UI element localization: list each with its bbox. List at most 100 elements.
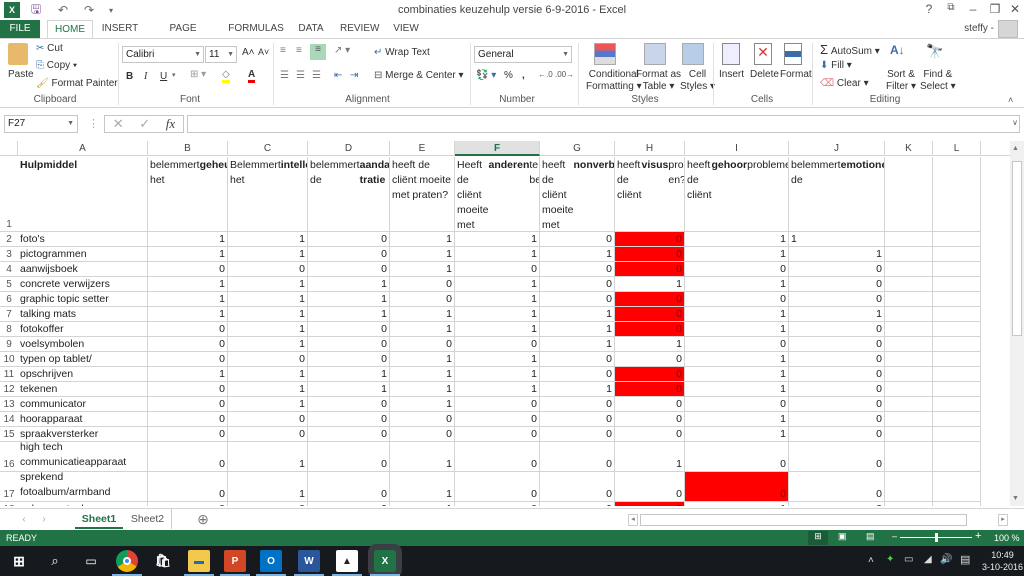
empty-cell[interactable] (933, 307, 981, 322)
empty-cell[interactable] (885, 262, 933, 277)
empty-cell[interactable] (885, 322, 933, 337)
file-explorer-icon[interactable]: ▬ (184, 550, 214, 576)
value-cell[interactable]: 1 (685, 322, 789, 337)
value-cell[interactable]: 1 (308, 307, 390, 322)
empty-cell[interactable] (885, 367, 933, 382)
value-cell[interactable]: 1 (390, 322, 455, 337)
autosum-button[interactable]: Σ AutoSum ▾ (820, 42, 880, 57)
value-cell[interactable]: 1 (685, 382, 789, 397)
value-cell[interactable]: 0 (148, 352, 228, 367)
percent-style-button[interactable]: % (504, 70, 513, 81)
format-as-table-button[interactable]: Format as Table ▾ (636, 69, 681, 93)
value-cell[interactable]: 0 (540, 277, 615, 292)
tab-review[interactable]: REVIEW (340, 20, 379, 38)
cancel-icon[interactable]: ✕ (113, 116, 124, 132)
value-cell[interactable]: 1 (148, 367, 228, 382)
question-header-cell[interactable]: heeft de cliënt moeite met nonverbale ui… (540, 157, 615, 232)
tool-name-cell[interactable]: concrete verwijzers (18, 277, 148, 292)
tool-name-cell[interactable]: graphic topic setter (18, 292, 148, 307)
value-cell[interactable]: 0 (540, 472, 615, 502)
value-cell[interactable]: 0 (685, 262, 789, 277)
row-header[interactable]: 2 (0, 232, 18, 247)
value-cell[interactable]: 1 (148, 232, 228, 247)
value-cell[interactable]: 1 (685, 247, 789, 262)
value-cell[interactable]: 1 (455, 367, 540, 382)
value-cell[interactable]: 0 (455, 502, 540, 506)
row-header[interactable]: 11 (0, 367, 18, 382)
empty-cell[interactable] (933, 247, 981, 262)
value-cell[interactable]: 0 (789, 262, 885, 277)
value-cell[interactable]: 1 (228, 397, 308, 412)
vertical-scroll-thumb[interactable] (1012, 161, 1022, 336)
value-cell[interactable]: 0 (390, 427, 455, 442)
value-cell[interactable]: 1 (685, 232, 789, 247)
empty-cell[interactable] (933, 427, 981, 442)
value-cell[interactable]: 0 (540, 397, 615, 412)
user-account[interactable]: steffy - (964, 23, 994, 34)
binoculars-icon[interactable]: 🔭 (926, 43, 943, 60)
tool-name-cell[interactable]: hoorapparaat (18, 412, 148, 427)
show-hidden-icons[interactable]: ˄ (868, 555, 874, 566)
highlighted-value-cell[interactable]: 0 (615, 502, 685, 506)
value-cell[interactable]: 0 (455, 337, 540, 352)
value-cell[interactable]: 0 (789, 427, 885, 442)
value-cell[interactable]: 0 (308, 232, 390, 247)
value-cell[interactable]: 0 (685, 292, 789, 307)
tab-insert[interactable]: INSERT (100, 20, 140, 38)
row-header[interactable]: 15 (0, 427, 18, 442)
highlighted-value-cell[interactable]: 0 (615, 292, 685, 307)
tab-formulas[interactable]: FORMULAS (228, 20, 284, 38)
column-header-d[interactable]: D (308, 141, 390, 156)
value-cell[interactable]: 1 (228, 277, 308, 292)
value-cell[interactable]: 0 (228, 352, 308, 367)
column-header-e[interactable]: E (390, 141, 455, 156)
tool-name-cell[interactable]: pictogrammen (18, 247, 148, 262)
empty-cell[interactable] (885, 382, 933, 397)
value-cell[interactable]: 1 (540, 322, 615, 337)
value-cell[interactable]: 0 (148, 322, 228, 337)
action-center-icon[interactable]: ▤ (960, 553, 970, 566)
empty-cell[interactable] (885, 427, 933, 442)
empty-cell[interactable] (933, 337, 981, 352)
value-cell[interactable]: 0 (685, 397, 789, 412)
column-title-hulpmiddel[interactable]: Hulpmiddel (18, 157, 148, 232)
tab-home[interactable]: HOME (47, 20, 93, 38)
column-header-g[interactable]: G (540, 141, 615, 156)
question-header-cell[interactable]: Belemmert het intellectueel vermogen van… (228, 157, 308, 232)
value-cell[interactable]: 0 (228, 412, 308, 427)
value-cell[interactable]: 1 (685, 502, 789, 506)
empty-cell[interactable] (933, 367, 981, 382)
value-cell[interactable]: 1 (390, 307, 455, 322)
zoom-in-icon[interactable]: + (975, 530, 981, 542)
value-cell[interactable]: 1 (540, 337, 615, 352)
top-align-icon[interactable]: ≡ (280, 45, 286, 56)
value-cell[interactable]: 0 (455, 412, 540, 427)
restore-icon[interactable]: ❐ (984, 2, 1006, 18)
value-cell[interactable]: 0 (615, 397, 685, 412)
value-cell[interactable]: 0 (308, 262, 390, 277)
question-header-cell[interactable]: belemmert de emotionele toestand het ges… (789, 157, 885, 232)
value-cell[interactable]: 0 (390, 292, 455, 307)
value-cell[interactable]: 0 (615, 352, 685, 367)
row-header[interactable]: 1 (0, 157, 18, 232)
value-cell[interactable]: 0 (540, 427, 615, 442)
value-cell[interactable]: 1 (789, 247, 885, 262)
empty-cell[interactable] (885, 337, 933, 352)
value-cell[interactable]: 1 (789, 232, 885, 247)
row-header[interactable]: 8 (0, 322, 18, 337)
middle-align-icon[interactable]: ≡ (296, 45, 302, 56)
format-cells-icon[interactable] (784, 43, 802, 65)
value-cell[interactable]: 1 (228, 472, 308, 502)
value-cell[interactable]: 1 (228, 442, 308, 472)
prev-sheet-icon[interactable]: ‹ (18, 509, 30, 529)
value-cell[interactable]: 0 (148, 412, 228, 427)
delete-cells-icon[interactable]: ✕ (754, 43, 772, 65)
row-header[interactable]: 3 (0, 247, 18, 262)
tab-page-layout[interactable]: PAGE LAYOUT (150, 20, 216, 52)
value-cell[interactable]: 0 (540, 367, 615, 382)
clear-button[interactable]: ⌫ Clear ▾ (820, 78, 869, 89)
tool-name-cell[interactable]: fotokoffer (18, 322, 148, 337)
empty-cell[interactable] (933, 472, 981, 502)
value-cell[interactable]: 0 (789, 502, 885, 506)
value-cell[interactable]: 0 (228, 502, 308, 506)
